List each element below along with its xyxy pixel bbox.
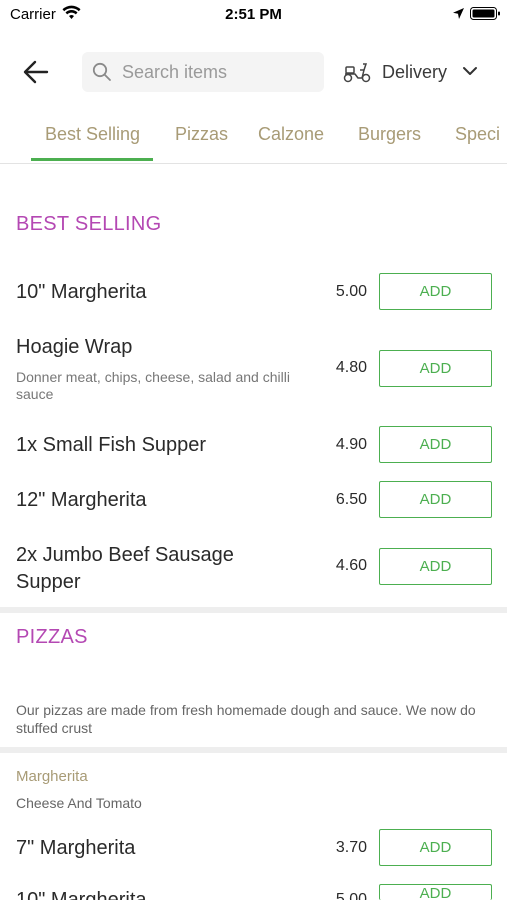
item-price: 4.80 xyxy=(335,359,367,376)
add-button[interactable]: ADD xyxy=(379,829,492,866)
item-price: 3.70 xyxy=(335,839,367,856)
add-button[interactable]: ADD xyxy=(379,350,492,387)
item-price: 5.00 xyxy=(335,891,367,900)
add-button[interactable]: ADD xyxy=(379,273,492,310)
section-divider xyxy=(0,747,507,753)
item-price: 6.50 xyxy=(335,491,367,508)
add-button[interactable]: ADD xyxy=(379,548,492,585)
section-description: Our pizzas are made from fresh homemade … xyxy=(16,702,476,736)
search-icon xyxy=(92,62,111,81)
item-description: Donner meat, chips, cheese, salad and ch… xyxy=(16,369,290,402)
item-price: 5.00 xyxy=(335,283,367,300)
status-bar: Carrier 2:51 PM xyxy=(0,0,507,30)
item-price: 4.90 xyxy=(335,436,367,453)
tab-specials[interactable]: Speci xyxy=(455,124,500,145)
section-title-best-selling: BEST SELLING xyxy=(16,213,162,235)
active-tab-indicator xyxy=(31,158,153,161)
delivery-mode-select[interactable]: Delivery xyxy=(340,52,490,92)
tab-calzone[interactable]: Calzone xyxy=(258,124,324,145)
tab-best-selling[interactable]: Best Selling xyxy=(45,124,140,145)
item-name: 7" Margherita xyxy=(16,837,136,859)
item-name: 1x Small Fish Supper xyxy=(16,434,207,456)
add-button[interactable]: ADD xyxy=(379,481,492,518)
add-button[interactable]: ADD xyxy=(379,884,492,900)
status-time: 2:51 PM xyxy=(225,6,282,23)
tab-pizzas[interactable]: Pizzas xyxy=(175,124,228,145)
scooter-icon xyxy=(343,63,371,83)
section-divider xyxy=(0,607,507,613)
item-name: 10" Margherita xyxy=(16,889,147,900)
header: Delivery xyxy=(0,48,507,96)
section-title-pizzas: PIZZAS xyxy=(16,626,88,648)
item-name: 10" Margherita xyxy=(16,281,147,303)
chevron-down-icon xyxy=(463,67,477,75)
item-name: 12" Margherita xyxy=(16,489,147,511)
search-box[interactable] xyxy=(82,52,324,92)
item-name: 2x Jumbo Beef Sausage Supper xyxy=(16,544,234,593)
category-tabs: Best Selling Pizzas Calzone Burgers Spec… xyxy=(0,112,507,164)
battery-icon xyxy=(470,7,500,20)
location-arrow-icon xyxy=(453,8,464,19)
back-arrow-icon[interactable] xyxy=(20,58,52,86)
delivery-label: Delivery xyxy=(382,62,448,82)
subsection-description: Cheese And Tomato xyxy=(16,795,142,811)
subsection-title: Margherita xyxy=(16,768,88,785)
item-price: 4.60 xyxy=(335,557,367,574)
item-name: Hoagie Wrap xyxy=(16,336,133,358)
tab-burgers[interactable]: Burgers xyxy=(358,124,421,145)
add-button[interactable]: ADD xyxy=(379,426,492,463)
search-input[interactable] xyxy=(122,52,318,92)
